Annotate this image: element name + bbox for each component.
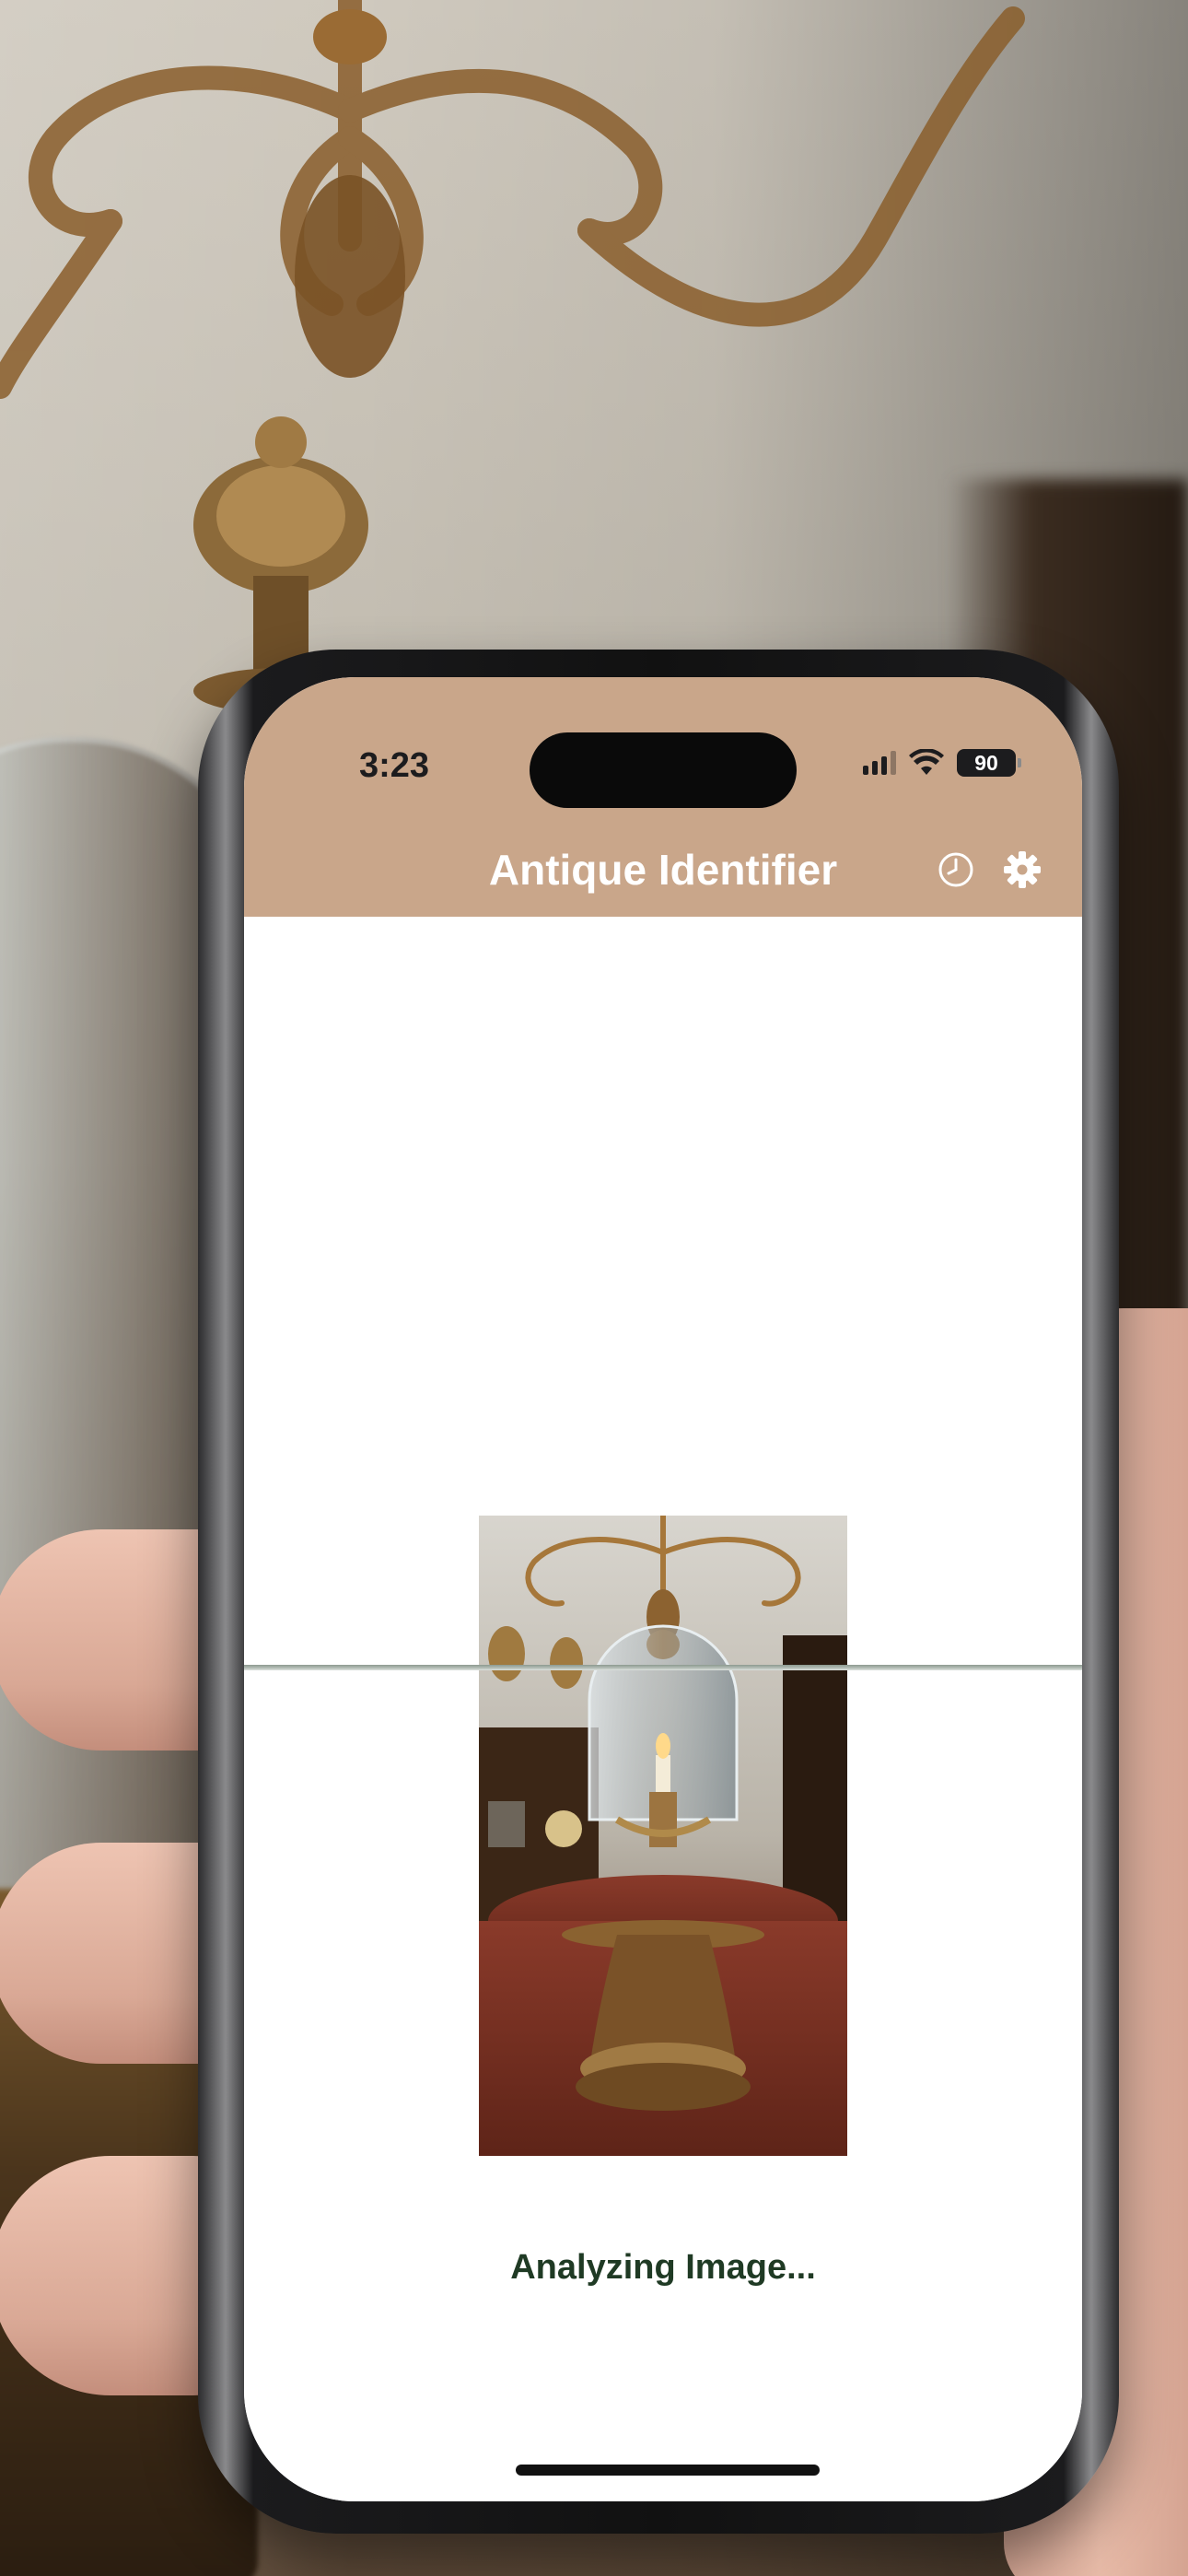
history-button[interactable] (933, 847, 979, 893)
dynamic-island (530, 732, 797, 808)
settings-button[interactable] (999, 847, 1045, 893)
analysis-status-text: Analyzing Image... (510, 2248, 816, 2287)
phone-screen: 3:23 90 Antique Identifier Analyzing Ima… (244, 677, 1082, 2501)
status-icons: 90 (863, 749, 1021, 777)
wifi-icon (909, 749, 944, 775)
app-navbar: Antique Identifier (244, 825, 1082, 917)
phone-device: 3:23 90 Antique Identifier Analyzing Ima… (198, 650, 1119, 2534)
clock-history-icon (938, 852, 973, 887)
background-chandelier (0, 0, 1025, 399)
gear-icon (1004, 851, 1041, 888)
battery-indicator: 90 (957, 749, 1021, 777)
status-time: 3:23 (359, 746, 430, 785)
main-content: Analyzing Image... (244, 917, 1082, 2501)
scan-line (244, 1665, 1082, 1670)
promo-scene: 3:23 90 Antique Identifier Analyzing Ima… (0, 0, 1188, 2576)
home-indicator[interactable] (516, 2465, 820, 2476)
status-bar: 3:23 90 (244, 677, 1082, 825)
analyzed-image-preview (479, 1516, 847, 2156)
cellular-signal-icon (863, 751, 896, 775)
